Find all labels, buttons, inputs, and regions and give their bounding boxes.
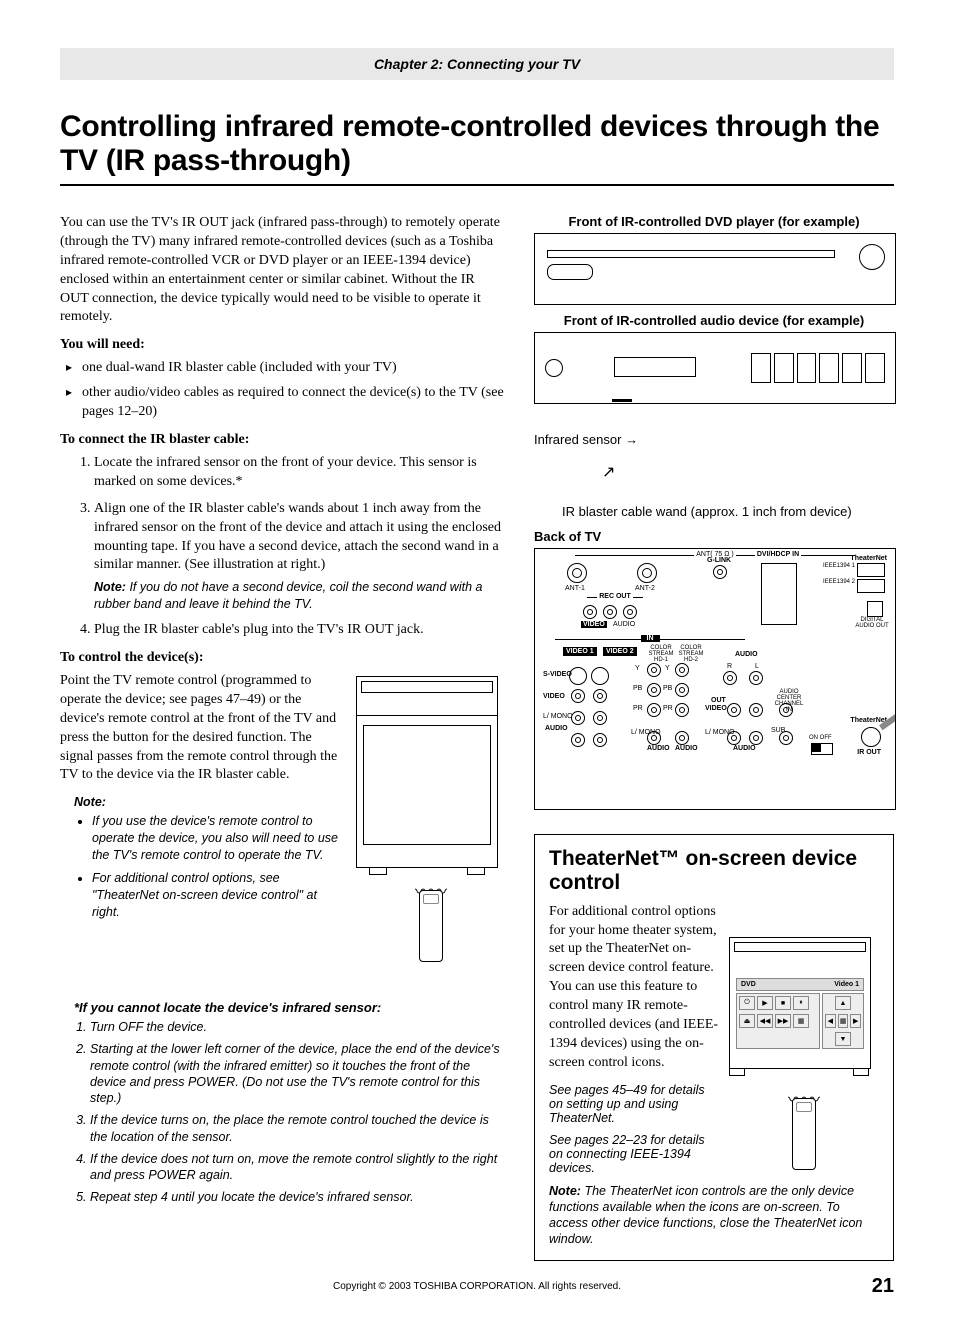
need-item: one dual-wand IR blaster cable (included… xyxy=(82,359,506,378)
control-heading: To control the device(s): xyxy=(60,650,506,666)
sensor-heading: *If you cannot locate the device's infra… xyxy=(74,1000,506,1015)
theaternet-note-text: The TheaterNet icon controls are the onl… xyxy=(549,1184,862,1247)
dvd-front-label: Front of IR-controlled DVD player (for e… xyxy=(534,214,894,229)
svideo-label: S-VIDEO xyxy=(543,671,572,678)
ieee1-label: IEEE1394 1 xyxy=(823,563,855,569)
connect-step-text: Align one of the IR blaster cable's wand… xyxy=(94,501,501,573)
pr-label: PR xyxy=(633,705,643,712)
remote-icon xyxy=(792,1098,816,1170)
remote-illustration: 〰〰 xyxy=(356,878,506,962)
out-label: OUT xyxy=(711,697,726,704)
ant1-label: ANT-1 xyxy=(565,585,585,592)
need-heading: You will need: xyxy=(60,337,506,353)
sensor-step: Turn OFF the device. xyxy=(90,1019,506,1035)
back-tv-diagram: ANT( 75 Ω ) ANT-1 ANT-2 G-LINK DVI/HDCP … xyxy=(534,548,896,810)
control-section: 〰〰 Point the TV remote control (programm… xyxy=(60,672,506,992)
footer: Copyright © 2003 TOSHIBA CORPORATION. Al… xyxy=(60,1281,894,1292)
osd-video1-label: Video 1 xyxy=(834,981,859,988)
theaternet-tv-icon: DVDVideo 1 ⏻▶■⏸ ⏏◀◀▶▶▦ ▲ ◀▦▶ xyxy=(729,937,871,1069)
osd-dvd-label: DVD xyxy=(741,981,756,988)
theaternet-box: TheaterNet™ on-screen device control DVD… xyxy=(534,834,894,1261)
infrared-sensor-label: Infrared sensor xyxy=(534,432,621,447)
ieee2-label: IEEE1394 2 xyxy=(823,579,855,585)
audio-rec-label: AUDIO xyxy=(613,621,635,628)
sensor-step: Repeat step 4 until you locate the devic… xyxy=(90,1189,506,1205)
pb-label: PB xyxy=(633,685,642,692)
r-label: R xyxy=(727,663,732,670)
theaternet-heading: TheaterNet™ on-screen device control xyxy=(549,847,879,895)
pr-label-2: PR xyxy=(663,705,673,712)
sensor-step: If the device does not turn on, move the… xyxy=(90,1151,506,1184)
audio-col-label: AUDIO xyxy=(545,725,568,732)
copyright-text: Copyright © 2003 TOSHIBA CORPORATION. Al… xyxy=(333,1281,621,1292)
wand-note-text: IR blaster cable wand (approx. 1 inch fr… xyxy=(562,504,852,519)
recout-label: REC OUT xyxy=(597,593,633,600)
glink-label: G-LINK xyxy=(707,557,731,564)
need-list: one dual-wand IR blaster cable (included… xyxy=(60,359,506,422)
audio-front-label: Front of IR-controlled audio device (for… xyxy=(534,313,894,328)
connect-step: Plug the IR blaster cable's plug into th… xyxy=(94,621,506,640)
video-out-label: VIDEO xyxy=(705,705,727,712)
ant2-label: ANT-2 xyxy=(635,585,655,592)
cs1-label: COLOR STREAM HD-1 xyxy=(647,645,675,663)
audio-cs2-label: AUDIO xyxy=(675,745,698,752)
theaternet-illustration: DVDVideo 1 ⏻▶■⏸ ⏏◀◀▶▶▦ ▲ ◀▦▶ xyxy=(729,903,879,1183)
connect-note: Note: If you do not have a second device… xyxy=(94,579,506,613)
video1-label: VIDEO 1 xyxy=(563,647,597,656)
irout-label: IR OUT xyxy=(857,749,881,756)
video2-label: VIDEO 2 xyxy=(603,647,637,656)
connect-heading: To connect the IR blaster cable: xyxy=(60,432,506,448)
connect-step: Locate the infrared sensor on the front … xyxy=(94,454,506,492)
pb-label-2: PB xyxy=(663,685,672,692)
dvd-front-diagram xyxy=(534,233,896,305)
connect-step: Align one of the IR blaster cable's wand… xyxy=(94,500,506,613)
audio-cs1-label: AUDIO xyxy=(647,745,670,752)
note-label: Note: xyxy=(94,580,126,594)
need-item: other audio/video cables as required to … xyxy=(82,384,506,422)
sensor-steps: Turn OFF the device. Starting at the low… xyxy=(60,1019,506,1206)
chapter-header: Chapter 2: Connecting your TV xyxy=(60,48,894,80)
wand-note: ↗ IR blaster cable wand (approx. 1 inch … xyxy=(562,483,894,521)
video-rec-label: VIDEO xyxy=(581,621,607,628)
theaternet-note: Note: The TheaterNet icon controls are t… xyxy=(549,1183,879,1248)
theaternet-port-label: TheaterNet xyxy=(850,555,887,562)
connect-note-text: If you do not have a second device, coil… xyxy=(94,580,482,611)
video-in-label: VIDEO xyxy=(543,693,565,700)
audio-front-diagram xyxy=(534,332,896,404)
dvi-label: DVI/HDCP IN xyxy=(755,551,801,558)
in-label: IN xyxy=(641,635,660,642)
note-label: Note: xyxy=(74,795,106,809)
arrow-upright-icon: ↗ xyxy=(602,464,615,481)
lmono-label: L/ MONO xyxy=(543,713,573,720)
page-title: Controlling infrared remote-controlled d… xyxy=(60,110,894,178)
arrow-right-icon: → xyxy=(625,432,638,447)
l-label: L xyxy=(755,663,759,670)
intro-paragraph: You can use the TV's IR OUT jack (infrar… xyxy=(60,214,506,327)
right-column: Front of IR-controlled DVD player (for e… xyxy=(534,214,894,1261)
tv-illustration: 〰〰 xyxy=(356,672,506,992)
audio-out-label: AUDIO xyxy=(733,745,756,752)
tv-cabinet-icon xyxy=(356,676,498,868)
back-tv-label: Back of TV xyxy=(534,529,894,544)
page-number: 21 xyxy=(872,1275,894,1298)
page: Chapter 2: Connecting your TV Controllin… xyxy=(0,0,954,1322)
remote-icon xyxy=(419,890,443,962)
note-label: Note: xyxy=(549,1184,581,1198)
onoff-label: ON OFF xyxy=(809,735,832,741)
digital-audio-label: DIGITAL AUDIO OUT xyxy=(855,617,889,629)
connect-steps: Locate the infrared sensor on the front … xyxy=(60,454,506,640)
content-columns: You can use the TV's IR OUT jack (infrar… xyxy=(60,214,894,1261)
audio-in-label: AUDIO xyxy=(735,651,758,658)
sensor-step: Starting at the lower left corner of the… xyxy=(90,1041,506,1106)
sensor-step: If the device turns on, the place the re… xyxy=(90,1112,506,1145)
y-label-2: Y xyxy=(665,665,670,672)
cs2-label: COLOR STREAM HD-2 xyxy=(677,645,705,663)
title-rule xyxy=(60,184,894,186)
left-column: You can use the TV's IR OUT jack (infrar… xyxy=(60,214,506,1261)
y-label: Y xyxy=(635,665,640,672)
